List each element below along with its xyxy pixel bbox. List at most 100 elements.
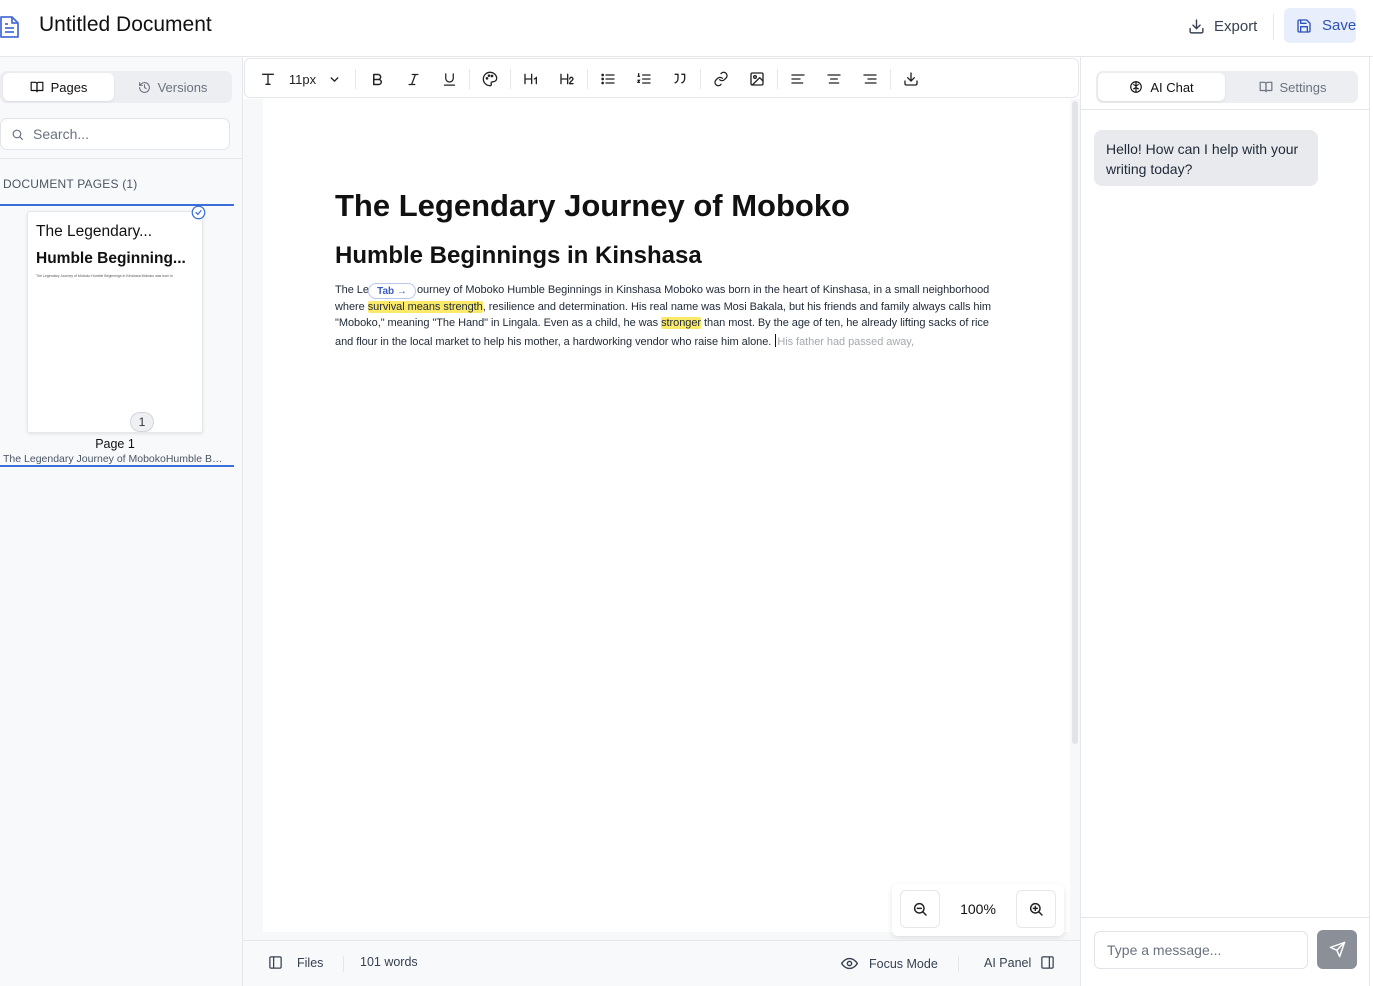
link-button[interactable] — [710, 67, 732, 91]
tab-pages-label: Pages — [50, 79, 88, 95]
heading-1-button[interactable] — [520, 67, 542, 91]
ai-panel-divider — [1081, 109, 1371, 110]
page-search — [0, 118, 230, 150]
export-label: Export — [1214, 17, 1258, 35]
tab-ai-chat[interactable]: AI Chat — [1098, 73, 1225, 101]
text-run: where — [335, 301, 368, 313]
align-center-button[interactable] — [823, 67, 845, 91]
send-button[interactable] — [1317, 930, 1357, 969]
check-circle-icon — [191, 205, 206, 220]
highlighted-text[interactable]: survival means strength — [367, 301, 483, 313]
sidebar-divider — [0, 158, 242, 159]
message-input[interactable] — [1107, 942, 1297, 958]
bold-button[interactable] — [366, 67, 388, 91]
underline-button[interactable] — [438, 67, 460, 91]
align-left-button[interactable] — [787, 67, 809, 91]
zoom-in-icon — [1028, 901, 1044, 917]
toolbar-separator — [355, 69, 356, 89]
bold-icon — [370, 72, 385, 87]
focus-mode-button[interactable]: Focus Mode — [841, 955, 938, 972]
ai-panel-toggle[interactable]: AI Panel — [984, 955, 1055, 970]
quote-icon — [672, 71, 688, 87]
paragraph-line[interactable]: "Moboko," meaning "The Hand" in Lingala.… — [335, 317, 989, 329]
book-open-icon — [30, 80, 44, 94]
thumbnail-heading: Humble Beginning... — [36, 250, 186, 267]
italic-icon — [406, 72, 421, 87]
tab-versions[interactable]: Versions — [117, 73, 228, 101]
numbered-list-icon — [636, 71, 652, 87]
document-title[interactable]: Untitled Document — [39, 13, 212, 37]
paragraph-line[interactable]: and flour in the local market to help hi… — [335, 334, 914, 348]
save-label: Save — [1322, 17, 1357, 34]
zoom-out-button[interactable] — [900, 890, 940, 928]
download-button[interactable] — [900, 67, 922, 91]
pages-sidebar: Pages Versions DOCUMENT PAGES (1) The Le… — [0, 57, 243, 986]
status-divider — [958, 956, 959, 972]
highlighted-text[interactable]: stronger — [661, 317, 701, 329]
heading-1-icon — [523, 71, 539, 87]
sidebar-panel-icon — [268, 955, 283, 970]
files-toggle[interactable]: Files — [268, 955, 323, 970]
toolbar-separator — [510, 69, 511, 89]
palette-icon — [482, 71, 498, 87]
message-field — [1094, 931, 1308, 969]
link-icon — [713, 71, 729, 87]
history-icon — [138, 81, 151, 94]
text-type-icon — [260, 71, 276, 87]
zoom-control: 100% — [892, 884, 1064, 936]
align-left-icon — [790, 71, 806, 87]
align-right-button[interactable] — [859, 67, 881, 91]
paragraph-line[interactable]: where survival means strength, resilienc… — [335, 301, 991, 313]
download-icon — [1188, 18, 1205, 35]
brain-icon — [1129, 80, 1143, 94]
tab-pages[interactable]: Pages — [3, 73, 114, 101]
image-button[interactable] — [746, 67, 768, 91]
font-size-select[interactable]: 11px — [287, 67, 343, 91]
numbered-list-button[interactable] — [633, 67, 655, 91]
toolbar-separator — [777, 69, 778, 89]
search-input[interactable] — [33, 126, 213, 142]
chat-input-divider — [1081, 917, 1371, 918]
align-right-icon — [862, 71, 878, 87]
zoom-in-button[interactable] — [1016, 890, 1056, 928]
heading-2-button[interactable] — [556, 67, 578, 91]
ai-suggestion-text: His father had passed away, — [777, 336, 914, 348]
text-run: and flour in the local market to help hi… — [335, 336, 775, 348]
toolbar-separator — [890, 69, 891, 89]
text-run: "Moboko," meaning "The Hand" in Lingala.… — [335, 317, 662, 329]
italic-button[interactable] — [402, 67, 424, 91]
heading-2-icon — [559, 71, 575, 87]
page-thumbnail[interactable]: The Legendary... Humble Beginning... The… — [27, 211, 203, 433]
document-heading-2[interactable]: Humble Beginnings in Kinshasa — [335, 242, 702, 270]
export-button[interactable]: Export — [1180, 10, 1265, 42]
save-icon — [1296, 18, 1312, 34]
tab-settings[interactable]: Settings — [1229, 73, 1356, 101]
text-run: , resilience and determination. His real… — [482, 301, 991, 313]
zoom-level: 100% — [960, 901, 996, 917]
ai-panel-tabs: AI Chat Settings — [1096, 71, 1358, 103]
sidebar-tabs: Pages Versions — [0, 71, 232, 103]
tab-accept-hint[interactable]: Tab → — [368, 283, 416, 299]
text-color-button[interactable] — [479, 67, 501, 91]
files-label: Files — [297, 955, 324, 970]
document-heading-1[interactable]: The Legendary Journey of Moboko — [335, 188, 850, 224]
word-count: 101 words — [360, 955, 418, 969]
status-divider — [343, 956, 344, 972]
tab-settings-label: Settings — [1279, 79, 1327, 95]
text-run: ourney of Moboko Humble Beginnings in Ki… — [416, 284, 990, 296]
search-icon — [11, 128, 24, 141]
editor-scrollbar[interactable] — [1072, 101, 1078, 744]
send-icon — [1329, 941, 1346, 958]
quote-button[interactable] — [669, 67, 691, 91]
tab-versions-label: Versions — [157, 79, 208, 95]
panel-right-icon — [1040, 955, 1055, 970]
status-bar: Files 101 words Focus Mode AI Panel — [243, 940, 1080, 986]
save-button[interactable]: Save — [1284, 8, 1356, 43]
toolbar-separator — [587, 69, 588, 89]
formatting-toolbar: 11px — [244, 58, 1079, 98]
text-type-button[interactable] — [258, 67, 278, 91]
page-list-item[interactable]: The Legendary... Humble Beginning... The… — [0, 204, 234, 467]
ai-panel-label: AI Panel — [984, 955, 1032, 970]
paragraph-line[interactable]: The Le ourney of Moboko Humble Beginnings… — [335, 284, 989, 296]
bullet-list-button[interactable] — [597, 67, 619, 91]
